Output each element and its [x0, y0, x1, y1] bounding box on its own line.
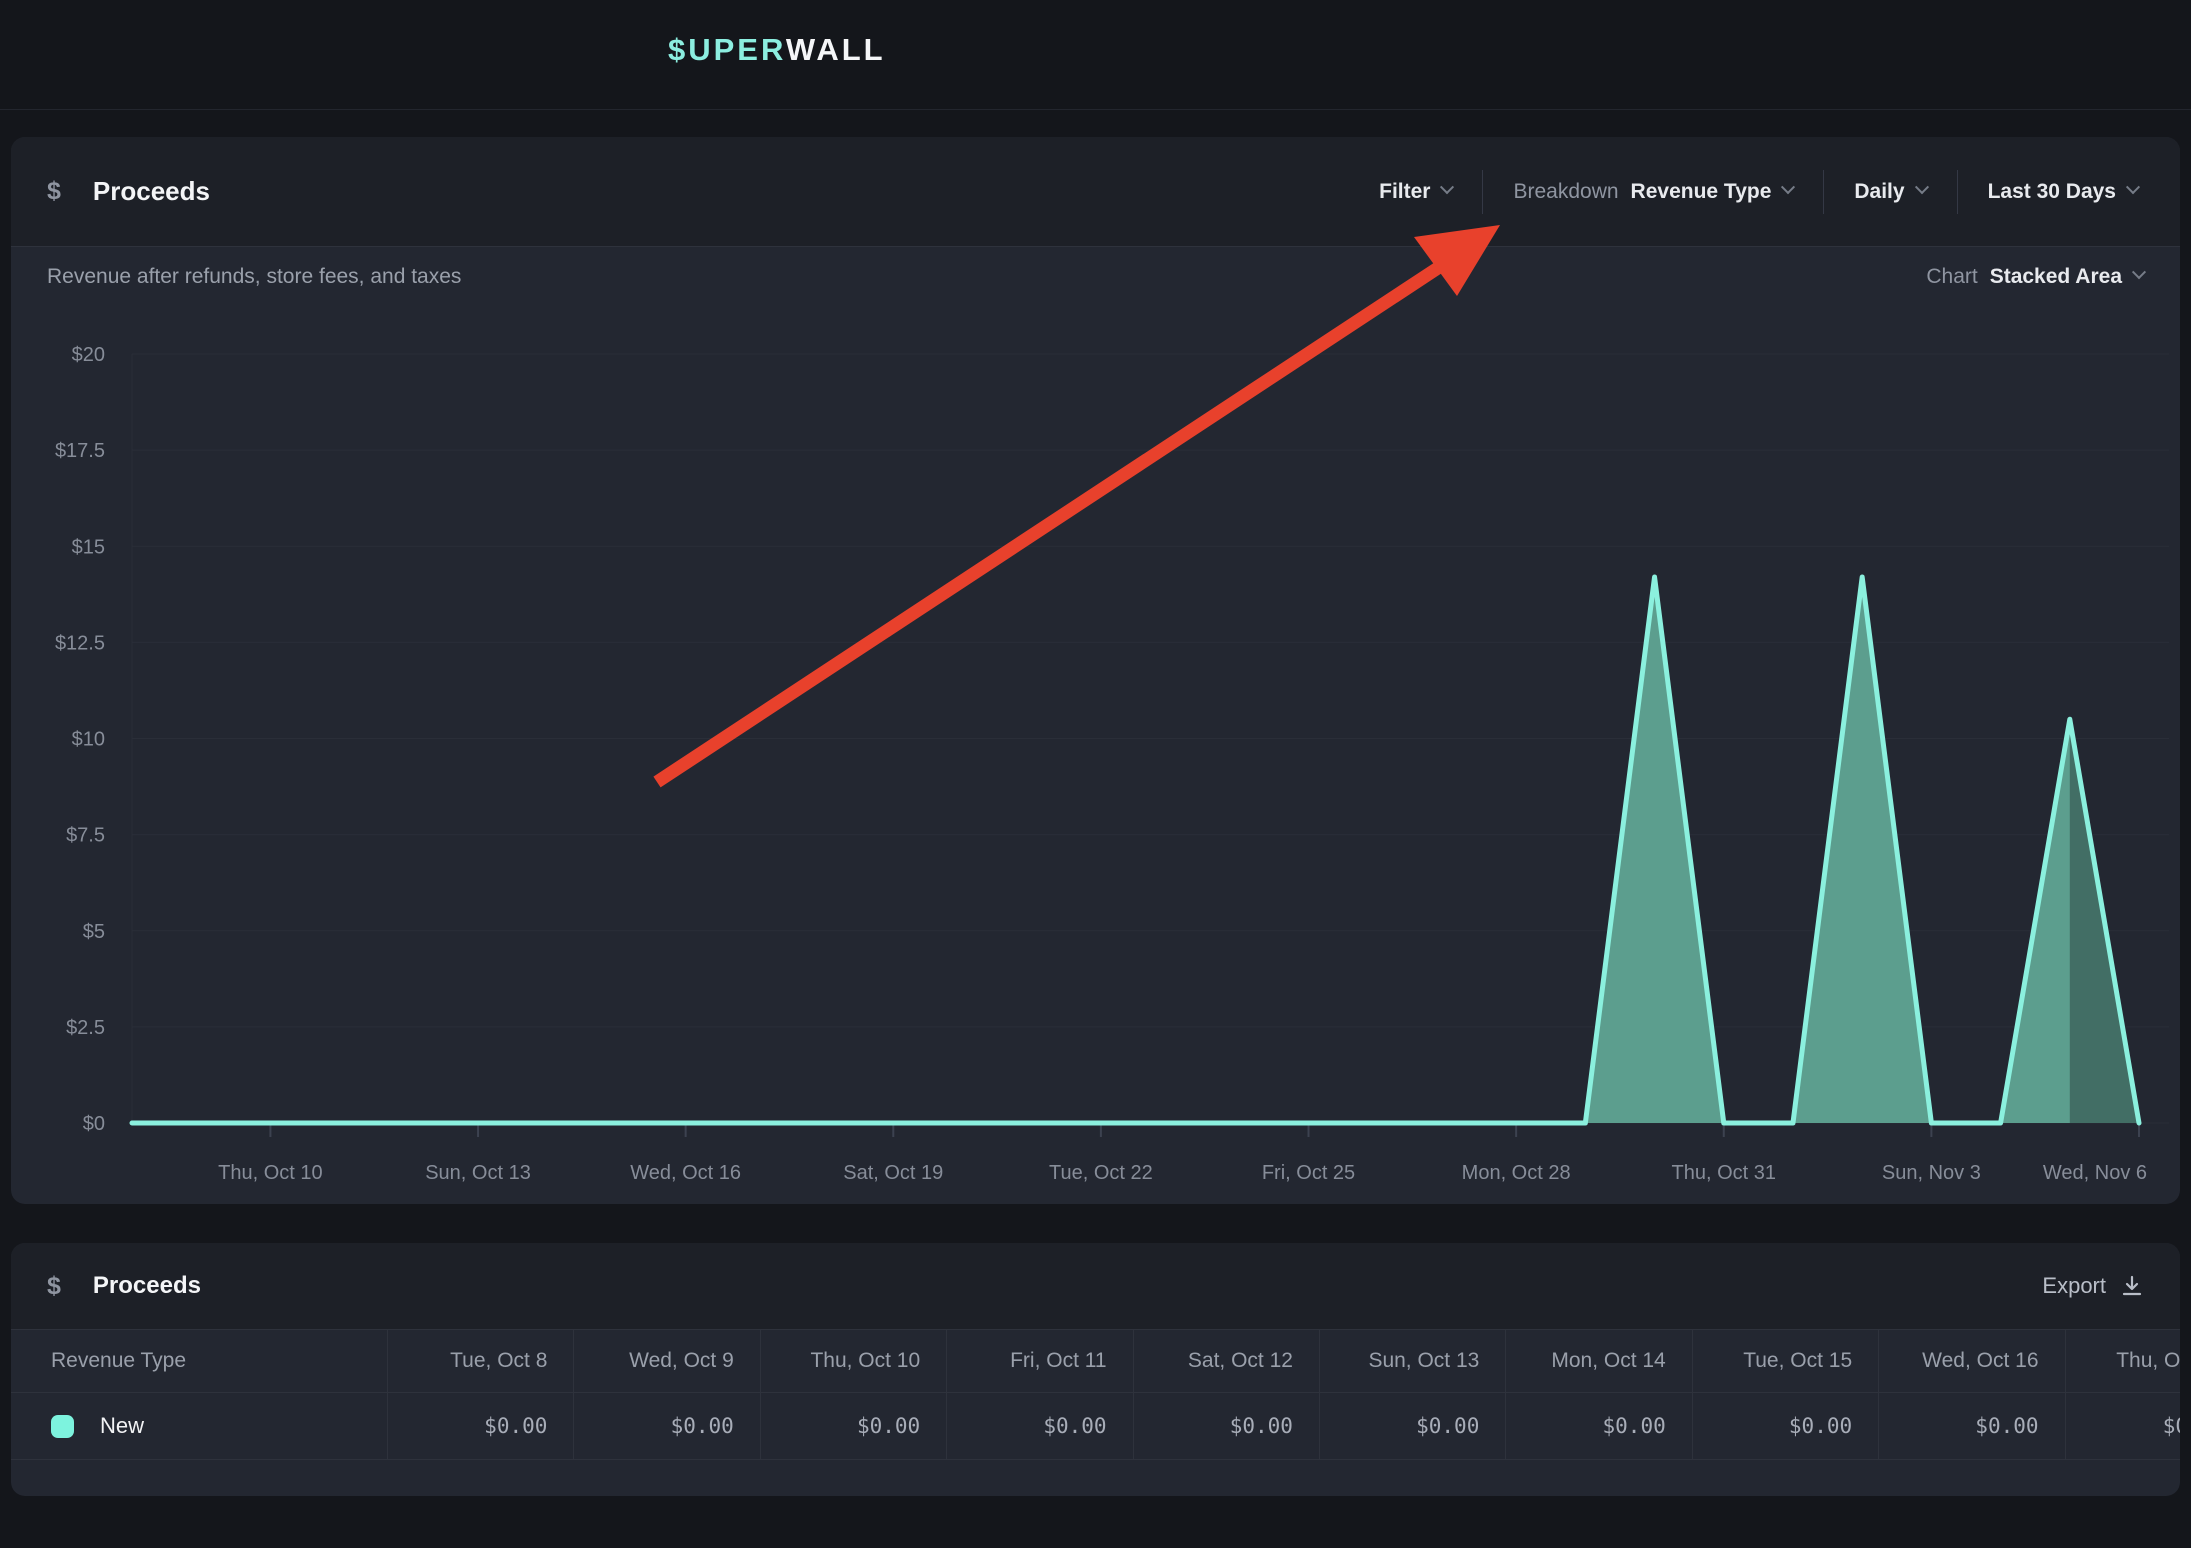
- value-cell: $0.00: [1693, 1393, 1879, 1459]
- dollar-icon: $: [47, 1272, 61, 1301]
- x-axis-label: Thu, Oct 10: [218, 1162, 323, 1184]
- revenue-table: Revenue TypeTue, Oct 8Wed, Oct 9Thu, Oct…: [11, 1329, 2180, 1460]
- value-cell: $0.00: [1320, 1393, 1506, 1459]
- table-panel-header: $ Proceeds Export: [11, 1243, 2180, 1329]
- x-axis-label: Sat, Oct 19: [843, 1162, 943, 1184]
- table-title: Proceeds: [93, 1272, 201, 1300]
- value-cell: $0.00: [1879, 1393, 2065, 1459]
- x-axis-label: Sun, Oct 13: [425, 1162, 531, 1184]
- y-axis-label: $0: [83, 1113, 105, 1135]
- area-fill: [132, 577, 2139, 1123]
- y-axis-label: $2.5: [66, 1017, 105, 1039]
- y-axis-label: $7.5: [66, 825, 105, 847]
- x-axis-label: Wed, Oct 16: [630, 1162, 741, 1184]
- column-header-date: Sun, Oct 13: [1320, 1330, 1506, 1392]
- top-navigation-bar: $UPERWALL: [0, 0, 2191, 110]
- x-axis-label: Tue, Oct 22: [1049, 1162, 1153, 1184]
- logo-rest-text: WALL: [786, 32, 886, 67]
- proceeds-chart-panel: $ Proceeds Filter Breakdown Revenue Type…: [11, 137, 2180, 1204]
- stacked-area-chart[interactable]: $0 $2.5 $5 $7.5 $10 $12.5 $15 $17.5 $20 Thu, Oct …: [11, 137, 2180, 1204]
- column-header-date: Tue, Oct 8: [388, 1330, 574, 1392]
- download-icon: [2120, 1274, 2144, 1298]
- series-swatch: [51, 1415, 74, 1438]
- value-cell: $0.00: [761, 1393, 947, 1459]
- logo-accent-text: $UPER: [668, 32, 786, 67]
- series-name: New: [100, 1413, 144, 1439]
- value-cell: $0.00: [947, 1393, 1133, 1459]
- export-button[interactable]: Export: [2042, 1273, 2144, 1299]
- proceeds-table-panel: $ Proceeds Export Revenue TypeTue, Oct 8…: [11, 1243, 2180, 1496]
- column-header-date: Sat, Oct 12: [1134, 1330, 1320, 1392]
- table-body: New$0.00$0.00$0.00$0.00$0.00$0.00$0.00$0…: [11, 1393, 2180, 1460]
- x-axis-label: Wed, Nov 6: [2043, 1162, 2147, 1184]
- column-header-revenue-type: Revenue Type: [11, 1330, 388, 1392]
- table-row: New$0.00$0.00$0.00$0.00$0.00$0.00$0.00$0…: [11, 1393, 2180, 1460]
- y-axis-label: $5: [83, 921, 105, 943]
- value-cell: $0.00: [2066, 1393, 2180, 1459]
- superwall-logo: $UPERWALL: [668, 32, 886, 68]
- value-cell: $0.00: [388, 1393, 574, 1459]
- column-header-date: Thu, Oct 17: [2066, 1330, 2180, 1392]
- y-axis-label: $20: [72, 344, 105, 366]
- column-header-date: Tue, Oct 15: [1693, 1330, 1879, 1392]
- x-axis-label: Thu, Oct 31: [1672, 1162, 1777, 1184]
- x-axis-label: Sun, Nov 3: [1882, 1162, 1981, 1184]
- x-axis-label: Mon, Oct 28: [1462, 1162, 1571, 1184]
- column-header-date: Mon, Oct 14: [1506, 1330, 1692, 1392]
- value-cell: $0.00: [1506, 1393, 1692, 1459]
- export-label: Export: [2042, 1273, 2106, 1299]
- column-header-date: Wed, Oct 9: [574, 1330, 760, 1392]
- y-axis-label: $15: [72, 536, 105, 558]
- value-cell: $0.00: [1134, 1393, 1320, 1459]
- column-header-date: Wed, Oct 16: [1879, 1330, 2065, 1392]
- column-header-date: Fri, Oct 11: [947, 1330, 1133, 1392]
- x-axis-label: Fri, Oct 25: [1262, 1162, 1355, 1184]
- row-label-cell: New: [11, 1393, 388, 1459]
- table-header-row: Revenue TypeTue, Oct 8Wed, Oct 9Thu, Oct…: [11, 1329, 2180, 1393]
- y-axis-label: $12.5: [55, 632, 105, 654]
- column-header-date: Thu, Oct 10: [761, 1330, 947, 1392]
- value-cell: $0.00: [574, 1393, 760, 1459]
- y-axis-label: $17.5: [55, 440, 105, 462]
- y-axis-label: $10: [72, 729, 105, 751]
